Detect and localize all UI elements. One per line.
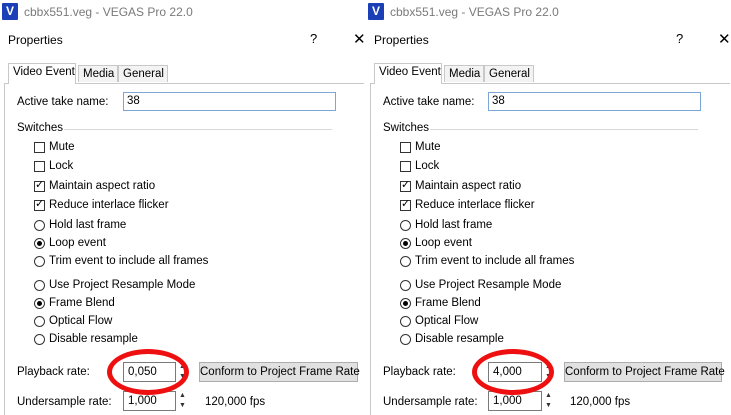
vegas-logo-icon: V [368,3,384,20]
switches-divider [64,129,332,130]
radio-label: Loop event [49,237,106,249]
conform-frame-rate-button[interactable]: Conform to Project Frame Rate [199,362,360,382]
dialog-title: Properties [374,33,429,47]
undersample-rate-spinner[interactable]: ▲ ▼ [178,391,187,411]
spin-down-icon[interactable]: ▼ [178,372,187,382]
spin-up-icon[interactable]: ▲ [178,391,187,401]
checkbox-box [34,178,45,192]
radio-label: Disable resample [415,333,504,345]
checkbox-box [400,161,411,172]
tab-general[interactable]: General [484,65,534,82]
tab-general[interactable]: General [118,65,168,82]
checkbox-label: Maintain aspect ratio [49,180,156,192]
playback-rate-spinner[interactable]: ▲ ▼ [544,362,553,382]
window-titlebar: V cbbx551.veg - VEGAS Pro 22.0 [0,0,365,26]
radio-circle [34,280,45,291]
checkbox-label: Lock [415,160,440,172]
radio-circle [34,298,45,309]
radio-label: Loop event [415,237,472,249]
spin-up-icon[interactable]: ▲ [544,362,553,372]
checkbox-label: Mute [49,141,75,153]
spin-up-icon[interactable]: ▲ [544,391,553,401]
checkbox-label: Mute [415,141,441,153]
checkbox-label: Reduce interlace flicker [415,199,535,211]
tab-video-event[interactable]: Video Event [8,63,76,84]
undersample-rate-input[interactable]: 1,000 [488,391,542,411]
undersample-rate-input[interactable]: 1,000 [123,391,176,411]
playback-rate-input[interactable]: 4,000 [488,362,542,382]
active-take-label: Active take name: [383,96,475,108]
active-take-input[interactable]: 38 [488,92,701,111]
radio-circle [400,316,411,327]
active-take-label: Active take name: [17,96,109,108]
playback-rate-label: Playback rate: [383,366,456,378]
undersample-rate-label: Undersample rate: [383,396,478,408]
radio-label: Trim event to include all frames [49,255,209,267]
radio-label: Frame Blend [415,297,481,309]
fps-readout: 120,000 fps [570,396,631,408]
spin-down-icon[interactable]: ▼ [544,372,553,382]
spin-down-icon[interactable]: ▼ [178,401,187,411]
switches-heading: Switches [383,122,430,134]
window-title: cbbx551.veg - VEGAS Pro 22.0 [24,5,193,19]
radio-circle [400,256,411,267]
radio-circle [34,256,45,267]
radio-circle [34,316,45,327]
checkbox-label: Reduce interlace flicker [49,199,169,211]
checkbox-box [400,142,411,153]
undersample-rate-spinner[interactable]: ▲ ▼ [544,391,553,411]
playback-rate-label: Playback rate: [17,366,90,378]
radio-circle [400,238,411,249]
radio-label: Optical Flow [415,315,479,327]
tab-media[interactable]: Media [78,65,118,82]
radio-circle [34,334,45,345]
radio-label: Use Project Resample Mode [415,279,562,291]
switches-heading: Switches [17,122,64,134]
radio-circle [34,220,45,231]
tab-video-event[interactable]: Video Event [374,63,442,84]
radio-circle [400,334,411,345]
radio-circle [400,220,411,231]
radio-circle [400,280,411,291]
radio-label: Optical Flow [49,315,113,327]
help-button[interactable]: ? [676,31,683,46]
window-titlebar: V cbbx551.veg - VEGAS Pro 22.0 [366,0,731,26]
checkbox-box [400,197,411,211]
radio-label: Frame Blend [49,297,115,309]
radio-circle [400,298,411,309]
checkbox-box [34,197,45,211]
radio-circle [34,238,45,249]
close-icon[interactable]: ✕ [353,30,365,48]
properties-dialog-right: V cbbx551.veg - VEGAS Pro 22.0 Propertie… [366,0,731,415]
checkbox-box [34,142,45,153]
help-button[interactable]: ? [310,31,317,46]
radio-label: Hold last frame [49,219,127,231]
radio-label: Use Project Resample Mode [49,279,196,291]
radio-label: Hold last frame [415,219,493,231]
tab-media[interactable]: Media [444,65,484,82]
active-take-input[interactable]: 38 [123,92,336,111]
vegas-logo-icon: V [2,3,18,20]
fps-readout: 120,000 fps [205,396,266,408]
checkbox-box [34,161,45,172]
checkbox-label: Maintain aspect ratio [415,180,522,192]
dialog-title: Properties [8,33,63,47]
radio-label: Disable resample [49,333,138,345]
conform-frame-rate-button[interactable]: Conform to Project Frame Rate [564,362,725,382]
spin-down-icon[interactable]: ▼ [544,401,553,411]
window-title: cbbx551.veg - VEGAS Pro 22.0 [390,5,559,19]
close-icon[interactable]: ✕ [718,30,731,48]
spin-up-icon[interactable]: ▲ [178,362,187,372]
properties-dialog-left: V cbbx551.veg - VEGAS Pro 22.0 Propertie… [0,0,365,415]
playback-rate-spinner[interactable]: ▲ ▼ [178,362,187,382]
undersample-rate-label: Undersample rate: [17,396,112,408]
playback-rate-input[interactable]: 0,050 [123,362,176,382]
switches-divider [430,129,698,130]
checkbox-box [400,178,411,192]
radio-label: Trim event to include all frames [415,255,575,267]
checkbox-label: Lock [49,160,74,172]
